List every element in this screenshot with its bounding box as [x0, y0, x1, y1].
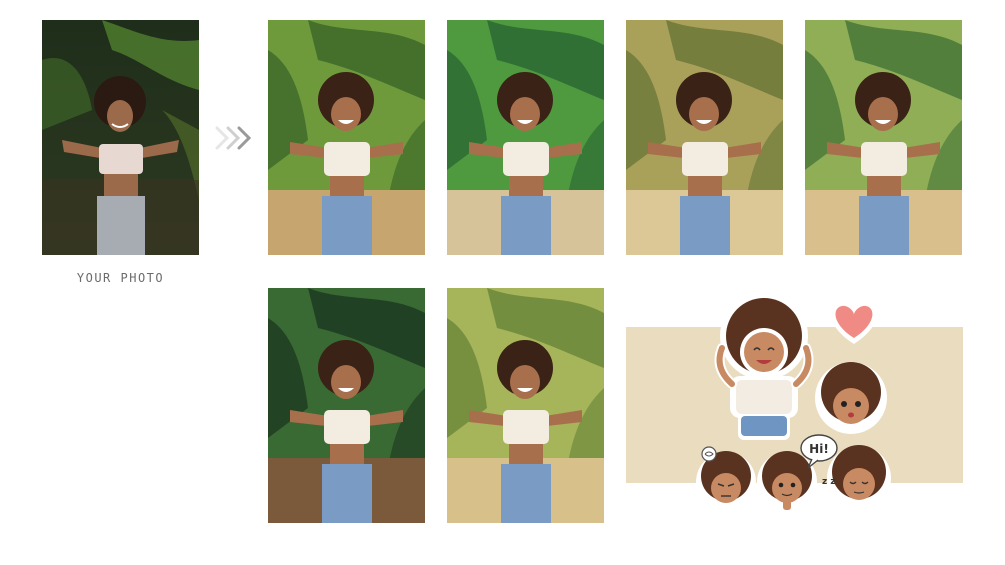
stylized-result-3 — [626, 20, 783, 255]
sticker-face-grumpy — [696, 446, 756, 512]
stylized-result-image — [268, 288, 425, 523]
stylized-result-image — [447, 288, 604, 523]
stylized-result-image — [268, 20, 425, 255]
triple-chevron-right-icon — [214, 124, 254, 152]
heart-icon — [830, 301, 878, 344]
sticker-face-surprised — [815, 362, 887, 434]
sticker-face-praying — [757, 451, 817, 512]
stylized-result-1 — [268, 20, 425, 255]
sticker-main-character — [714, 292, 814, 440]
stylized-result-image — [626, 20, 783, 255]
speech-bubble-text: Hi! — [809, 442, 829, 456]
sleep-zz-text: z z — [822, 477, 836, 487]
stylized-result-6 — [447, 288, 604, 523]
stylized-result-image — [447, 20, 604, 255]
sticker-face-sleepy — [827, 445, 891, 522]
source-photo-caption: YOUR PHOTO — [76, 271, 165, 285]
sticker-sheet: Hi! z z — [626, 288, 963, 528]
stylized-result-2 — [447, 20, 604, 255]
stylized-result-5 — [268, 288, 425, 523]
stylized-result-4 — [805, 20, 962, 255]
stylized-result-image — [805, 20, 962, 255]
source-photo-image — [42, 20, 199, 255]
source-photo — [42, 20, 199, 255]
